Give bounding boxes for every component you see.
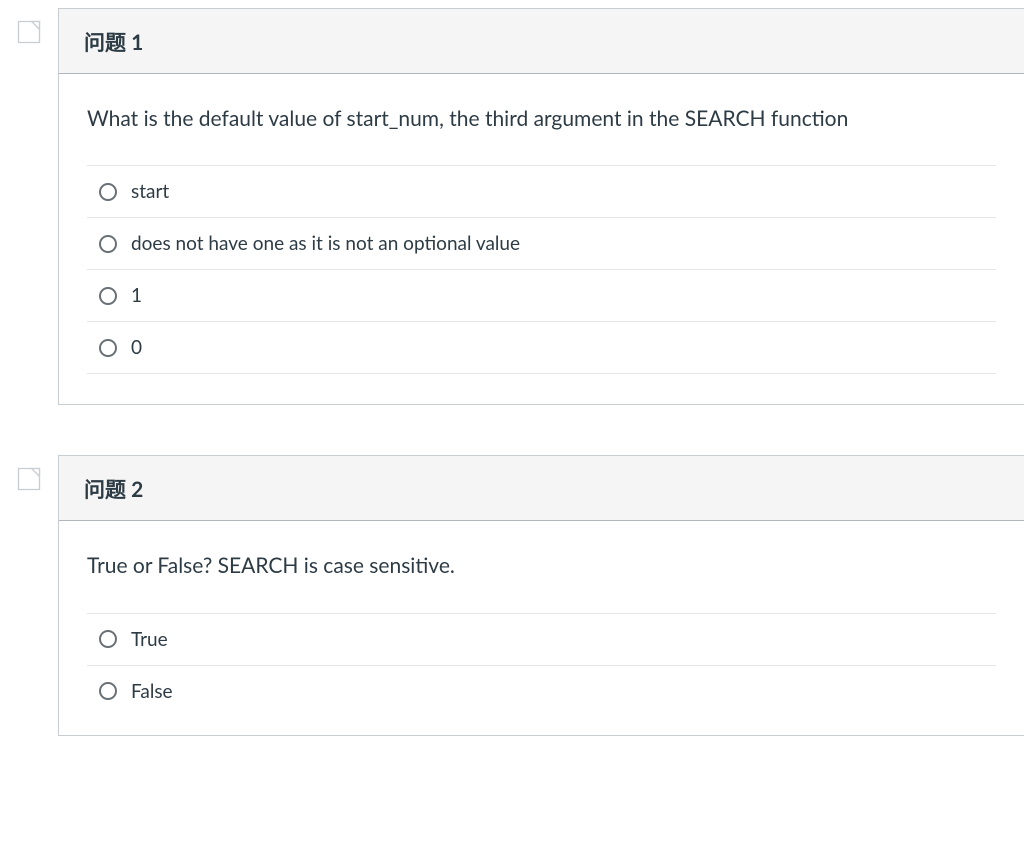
option-label: does not have one as it is not an option… — [131, 232, 520, 255]
question-card: 问题 2 True or False? SEARCH is case sensi… — [58, 455, 1024, 735]
option-label: start — [131, 180, 169, 203]
question-block-1: 问题 1 What is the default value of start_… — [15, 8, 1024, 405]
option-row[interactable]: does not have one as it is not an option… — [87, 217, 996, 269]
option-label: False — [131, 680, 173, 703]
option-label: 0 — [131, 336, 142, 359]
option-row[interactable]: True — [87, 613, 996, 665]
expand-icon[interactable] — [15, 465, 43, 493]
option-row[interactable]: 0 — [87, 321, 996, 374]
radio-icon — [99, 630, 117, 648]
option-row[interactable]: 1 — [87, 269, 996, 321]
expand-icon[interactable] — [15, 18, 43, 46]
option-row[interactable]: False — [87, 665, 996, 717]
radio-icon — [99, 287, 117, 305]
radio-icon — [99, 183, 117, 201]
question-header: 问题 2 — [59, 456, 1024, 521]
question-prompt: True or False? SEARCH is case sensitive. — [87, 551, 996, 580]
option-row[interactable]: start — [87, 165, 996, 217]
question-body: True or False? SEARCH is case sensitive.… — [59, 521, 1024, 734]
question-card: 问题 1 What is the default value of start_… — [58, 8, 1024, 405]
question-title: 问题 2 — [84, 477, 143, 502]
question-block-2: 问题 2 True or False? SEARCH is case sensi… — [15, 455, 1024, 735]
question-body: What is the default value of start_num, … — [59, 74, 1024, 404]
radio-icon — [99, 682, 117, 700]
question-title: 问题 1 — [84, 30, 143, 55]
radio-icon — [99, 339, 117, 357]
option-label: 1 — [131, 284, 142, 307]
options-list: start does not have one as it is not an … — [87, 165, 996, 374]
option-label: True — [131, 628, 168, 651]
question-prompt: What is the default value of start_num, … — [87, 104, 996, 133]
question-header: 问题 1 — [59, 9, 1024, 74]
options-list: True False — [87, 613, 996, 717]
radio-icon — [99, 235, 117, 253]
